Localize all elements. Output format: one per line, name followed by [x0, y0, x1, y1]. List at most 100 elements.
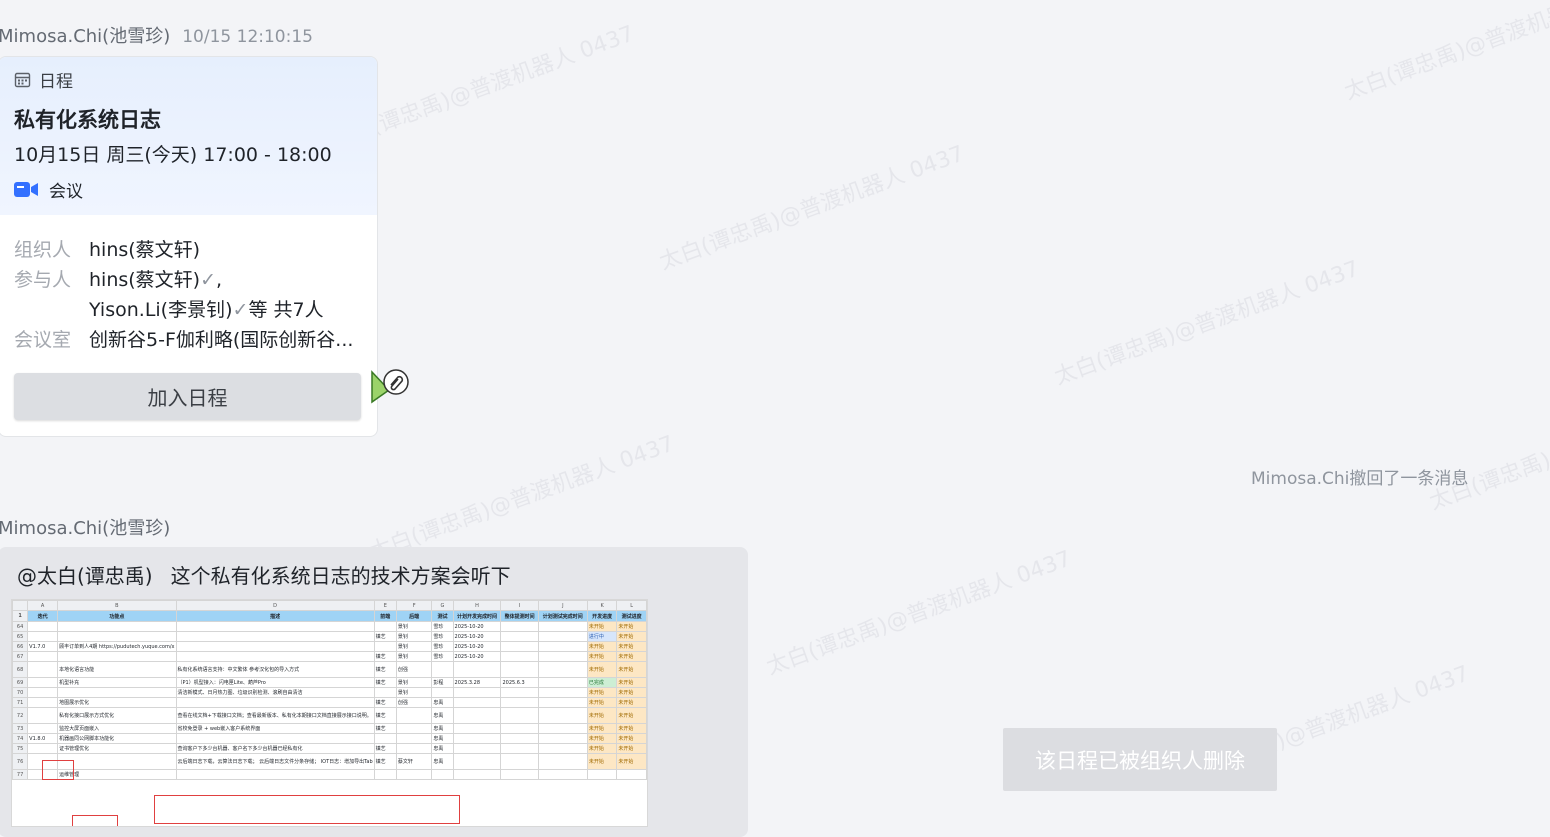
- table-cell: [500, 723, 539, 734]
- table-cell: 未开始: [586, 661, 618, 678]
- meeting-link[interactable]: 会议: [14, 177, 363, 202]
- table-cell: 镇艺: [373, 743, 397, 754]
- table-cell: V1.8.0: [27, 733, 59, 744]
- participant-name[interactable]: Yison.Li(李景钊): [89, 299, 233, 321]
- row-number: 74: [12, 733, 29, 744]
- join-calendar-button[interactable]: 加入日程: [14, 373, 361, 420]
- table-cell: [452, 707, 502, 724]
- table-cell: 忠禹: [431, 743, 454, 754]
- highlight-box: [42, 760, 74, 780]
- row-number: 67: [12, 651, 29, 662]
- table-cell: [27, 723, 59, 734]
- row-number: 75: [12, 743, 29, 754]
- table-cell: 未开始: [586, 697, 618, 708]
- table-cell: [537, 697, 588, 708]
- table-cell: [452, 743, 502, 754]
- spreadsheet-image[interactable]: A B D E F G H I J K L 1 迭代 功能点 描述 前端 后端 测试 计划开发完成时间 整体提测时间计…: [11, 599, 648, 827]
- table-cell: 忠禹: [431, 733, 454, 744]
- row-number: 69: [12, 677, 29, 688]
- table-cell: 顾丰订单到人4期 https://pudutech.yuque.com/x: [57, 641, 177, 652]
- table-cell: 2025-10-20: [452, 621, 502, 632]
- table-cell: 未开始: [586, 707, 618, 724]
- watermark: 太白(谭忠禹)@普渡机器人 0437: [656, 141, 968, 276]
- table-cell: [537, 743, 588, 754]
- table-cell: [537, 753, 588, 770]
- table-cell: [27, 687, 59, 698]
- accepted-check-icon: ✓: [232, 299, 249, 321]
- message-sender: Mimosa.Chi(池雪珍) 10/15 12:10:15: [0, 22, 313, 48]
- table-cell: [57, 753, 177, 770]
- table-row: 73 监控大屏页面嵌入 省校免登录 + web嵌入客户系统界面 镇艺 忠禹 未开始 未开始: [12, 723, 647, 734]
- table-header-row: 1 迭代 功能点 描述 前端 后端 测试 计划开发完成时间 整体提测时间 计划测试完成时间 开发进度…: [12, 610, 647, 622]
- table-cell: 私有化系统语言支持：中文繁体 参考汉化包的导入方式: [175, 661, 375, 678]
- row-number: 73: [12, 723, 29, 734]
- calendar-card[interactable]: 日程 私有化系统日志 10月15日 周三(今天) 17:00 - 18:00 会…: [0, 56, 378, 437]
- table-cell: G: [431, 600, 454, 611]
- row-number: [12, 600, 29, 611]
- table-cell: 镇艺: [373, 661, 397, 678]
- table-cell: [27, 743, 59, 754]
- table-cell: [500, 641, 539, 652]
- table-cell: 镇艺: [373, 677, 397, 688]
- message-sender-2[interactable]: Mimosa.Chi(池雪珍): [0, 514, 170, 540]
- table-cell: [373, 733, 397, 744]
- table-cell: 计划开发完成时间: [452, 610, 502, 622]
- table-cell: E: [373, 600, 397, 611]
- table-cell: [175, 651, 375, 662]
- calendar-time-range: 10月15日 周三(今天) 17:00 - 18:00: [14, 144, 332, 166]
- column-letters-row: ABDEFGHIJKL: [12, 600, 647, 611]
- table-cell: 蔡文轩: [395, 753, 433, 770]
- table-cell: 未开始: [616, 723, 647, 734]
- table-cell: 2025-10-20: [452, 651, 502, 662]
- table-cell: [452, 723, 502, 734]
- table-cell: 创强: [395, 661, 433, 678]
- table-cell: [500, 733, 539, 744]
- table-cell: [452, 697, 502, 708]
- recall-notice: Mimosa.Chi撤回了一条消息: [1251, 469, 1469, 489]
- table-cell: [27, 697, 59, 708]
- room-row: 会议室 创新谷5-F伽利略(国际创新谷...: [14, 325, 363, 355]
- table-cell: 未开始: [586, 743, 618, 754]
- table-cell: 查询客户下多少台机器、客户名下多少台机器已经私有化: [175, 743, 375, 754]
- table-cell: 已完成: [586, 677, 618, 688]
- table-cell: 未开始: [586, 687, 618, 698]
- table-cell: L: [616, 600, 647, 611]
- table-cell: [537, 651, 588, 662]
- table-cell: 未开始: [616, 707, 647, 724]
- table-cell: [452, 769, 502, 780]
- room-name[interactable]: 创新谷5-F伽利略(国际创新谷...: [89, 325, 353, 355]
- table-cell: 2025.6.3: [500, 677, 539, 688]
- table-cell: [175, 733, 375, 744]
- message-text: @太白(谭忠禹) 这个私有化系统日志的技术方案会听下: [17, 560, 511, 589]
- participants-label: 参与人: [14, 269, 72, 291]
- table-cell: [616, 769, 647, 780]
- table-cell: 迭代: [27, 610, 59, 622]
- table-cell: 描述: [175, 610, 375, 622]
- table-cell: 创强: [395, 697, 433, 708]
- table-cell: 本地化语言功能: [57, 661, 177, 678]
- table-cell: [537, 733, 588, 744]
- row-number: 76: [12, 753, 29, 770]
- participants-more[interactable]: 等 共7人: [248, 299, 323, 321]
- table-cell: 雪珍: [431, 621, 454, 632]
- sender-name[interactable]: Mimosa.Chi(池雪珍): [0, 26, 170, 47]
- table-cell: 景钊: [395, 687, 433, 698]
- table-cell: 镇艺: [373, 707, 397, 724]
- table-cell: 地图展示优化: [57, 697, 177, 708]
- row-number: 71: [12, 697, 29, 708]
- calendar-type-label: 日程: [39, 72, 73, 92]
- table-cell: [175, 621, 375, 632]
- table-cell: （P1）机型接入：闪电匣Lite、葫芦Pro: [175, 677, 375, 688]
- row-number: 65: [12, 631, 29, 642]
- table-cell: 未开始: [616, 641, 647, 652]
- mention-tag[interactable]: @太白(谭忠禹): [17, 564, 153, 588]
- table-cell: K: [586, 600, 618, 611]
- table-cell: 未开始: [616, 743, 647, 754]
- table-row: 76 云后端日志下载，云算法日志下载； 云后端日志文件分条存储； IOT日志：增加…: [12, 753, 647, 770]
- participant-name[interactable]: hins(蔡文轩): [89, 269, 200, 291]
- table-cell: 前端: [373, 610, 397, 622]
- organizer-name[interactable]: hins(蔡文轩): [89, 235, 200, 265]
- table-cell: 忠禹: [431, 753, 454, 770]
- table-cell: 机型补充: [57, 677, 177, 688]
- watermark: 太白(谭忠禹)@普渡机器人 0437: [1341, 0, 1550, 106]
